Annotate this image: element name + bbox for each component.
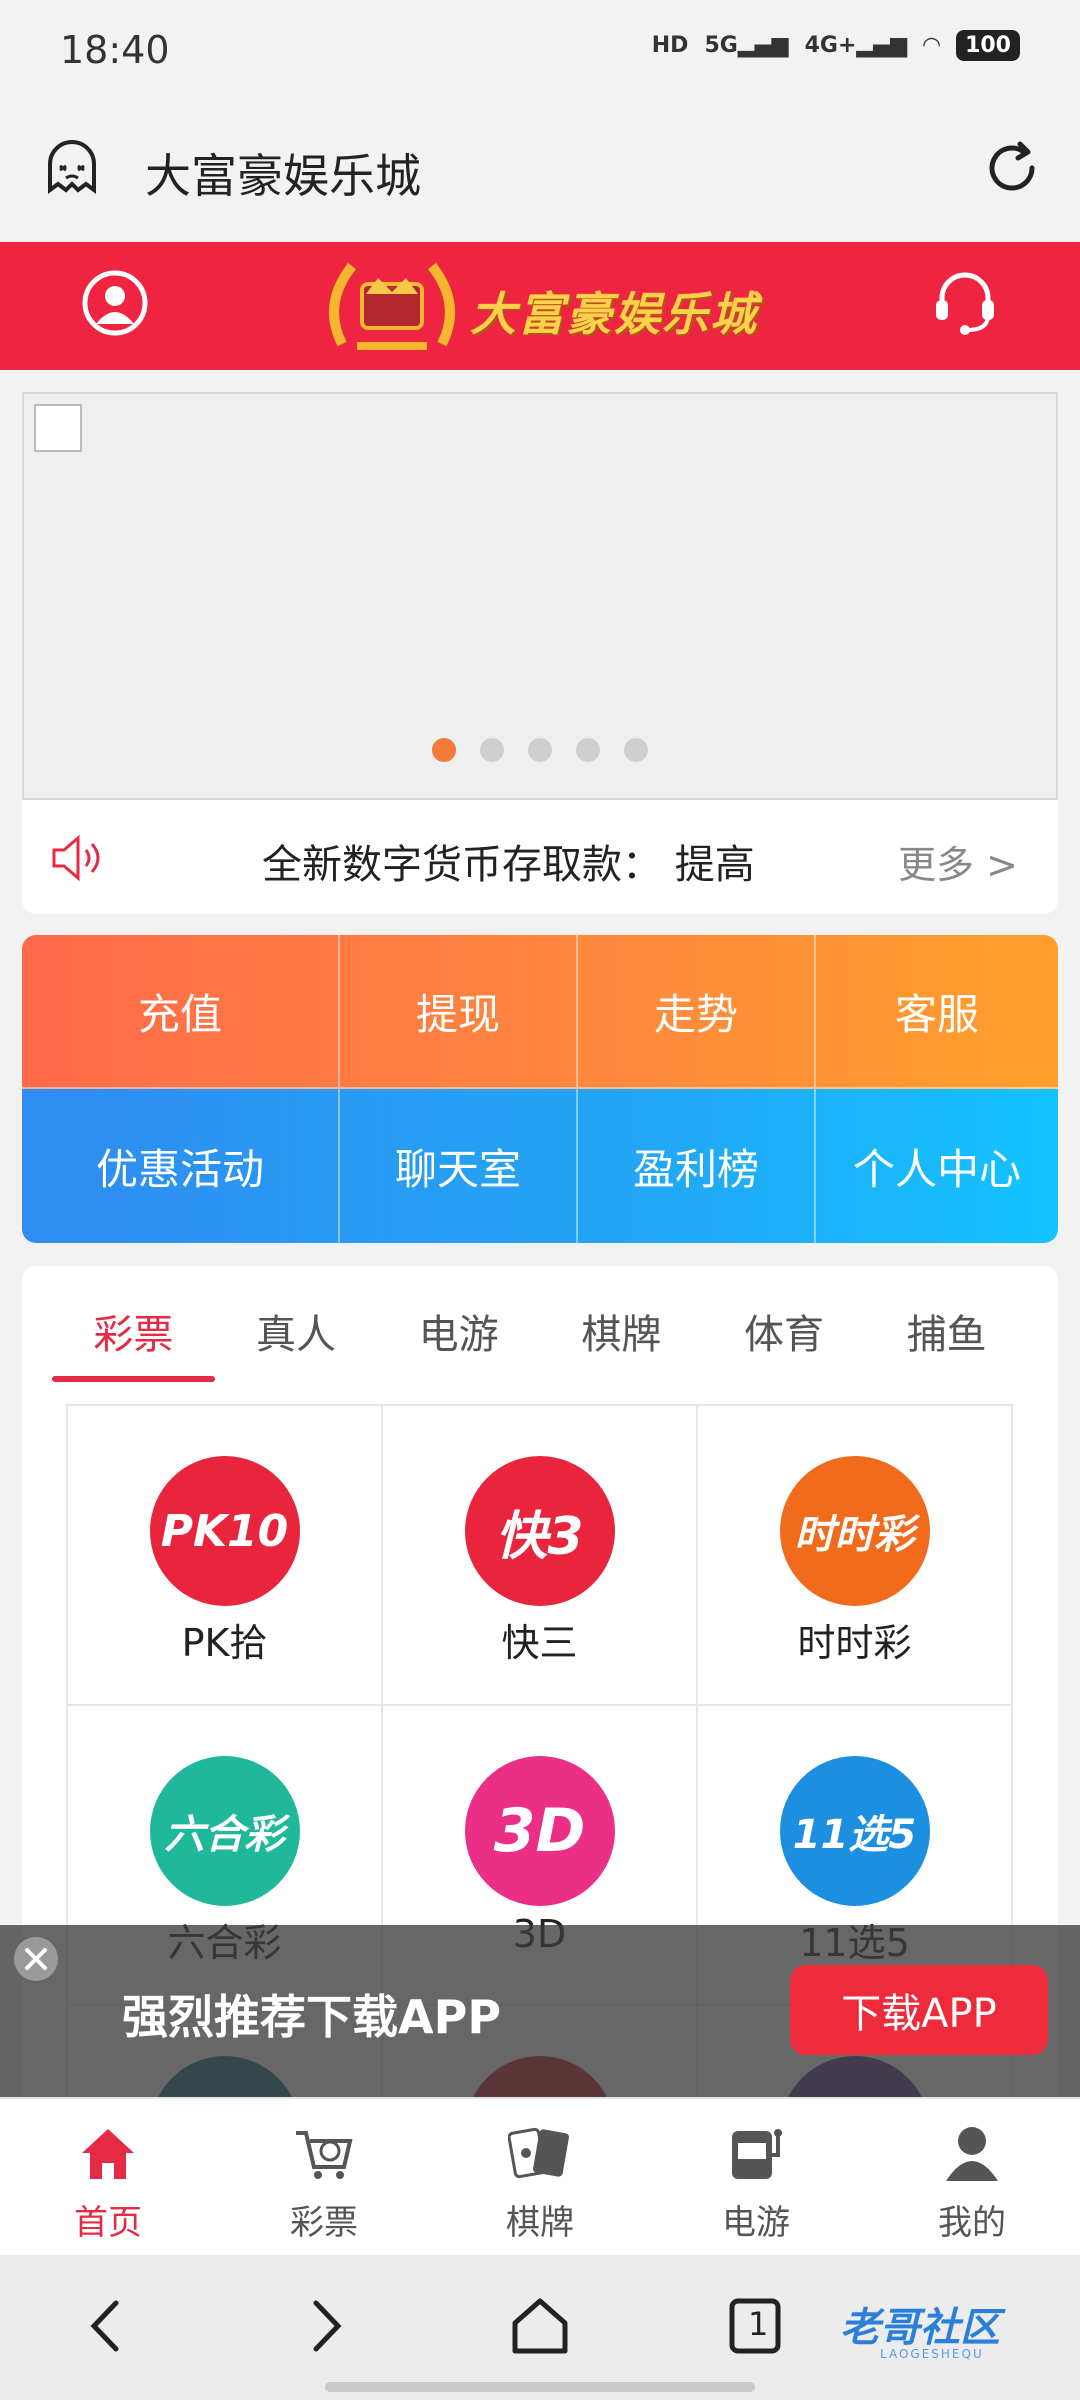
carousel-dot[interactable] <box>576 738 600 762</box>
notice-more-link[interactable]: 更多 > <box>882 834 1018 889</box>
customer-service-icon[interactable] <box>932 268 998 338</box>
tab-lottery[interactable]: 彩票 <box>52 1296 215 1382</box>
home-nav-icon[interactable] <box>505 2291 575 2361</box>
broken-image-icon <box>34 404 82 452</box>
tabbar-cards[interactable]: 棋牌 <box>432 2099 648 2255</box>
tabbar-label: 电游 <box>722 2203 790 2243</box>
tabbar-slots[interactable]: 电游 <box>648 2099 864 2255</box>
bottom-tab-bar: 首页 彩票 棋牌 电游 我的 <box>0 2097 1080 2255</box>
trend-button[interactable]: 走势 <box>578 935 816 1089</box>
back-icon[interactable] <box>72 2291 142 2361</box>
brand-logo-text: 大富豪娱乐城 <box>470 287 758 341</box>
incognito-icon[interactable] <box>40 136 104 200</box>
home-icon <box>82 2129 134 2179</box>
game-label: 快三 <box>501 1621 578 1665</box>
cards-icon <box>508 2127 569 2179</box>
chatroom-button[interactable]: 聊天室 <box>340 1089 578 1243</box>
game-label: PK拾 <box>181 1621 268 1665</box>
status-bar: 18:40 HD 5G▂▄▆ 4G+▂▄▆ ◠ 100 <box>0 0 1080 100</box>
game-tile-k3[interactable]: 快3 快三 <box>383 1406 698 1706</box>
tab-slots[interactable]: 电游 <box>377 1296 540 1376</box>
notice-bar: 全新数字货币存取款： 提高 更多 > <box>22 800 1058 914</box>
status-icons: HD 5G▂▄▆ 4G+▂▄▆ ◠ 100 <box>652 30 1020 61</box>
system-navigation-bar: 1 老哥社区 LAOGESHEQU <box>0 2255 1080 2400</box>
lottery-cart-icon <box>296 2131 353 2179</box>
crown-logo-icon <box>329 262 455 350</box>
forward-icon[interactable] <box>290 2291 360 2361</box>
tab-live[interactable]: 真人 <box>215 1296 378 1376</box>
kuai3-icon: 快3 <box>464 1456 615 1606</box>
tabbar-label: 棋牌 <box>506 2203 574 2243</box>
notice-text: 全新数字货币存取款： 提高 <box>262 842 755 888</box>
carousel-dot[interactable] <box>528 738 552 762</box>
tabbar-lottery[interactable]: 彩票 <box>216 2099 432 2255</box>
mark-six-icon: 六合彩 <box>149 1756 300 1906</box>
quick-actions: 充值 提现 走势 客服 优惠活动 聊天室 盈利榜 个人中心 <box>22 935 1058 1243</box>
browser-bar: 大富豪娱乐城 <box>0 100 1080 242</box>
slot-machine-icon <box>732 2129 782 2179</box>
tabbar-label: 首页 <box>74 2203 142 2243</box>
status-time: 18:40 <box>60 28 170 72</box>
carousel-dot[interactable] <box>432 738 456 762</box>
game-category-tabs: 彩票 真人 电游 棋牌 体育 捕鱼 <box>52 1296 1028 1382</box>
shishicai-icon: 时时彩 <box>779 1456 930 1606</box>
download-app-button[interactable]: 下载APP <box>790 1965 1048 2055</box>
carousel-dot[interactable] <box>624 738 648 762</box>
tab-cards[interactable]: 棋牌 <box>540 1296 703 1376</box>
11x5-icon: 11选5 <box>779 1756 930 1906</box>
5g-signal-icon: 5G▂▄▆ <box>704 33 789 58</box>
user-icon[interactable] <box>82 270 148 336</box>
service-button[interactable]: 客服 <box>816 935 1058 1089</box>
game-tile-ssc[interactable]: 时时彩 时时彩 <box>698 1406 1013 1706</box>
download-message: 强烈推荐下载APP <box>122 1990 502 2044</box>
gesture-home-bar[interactable] <box>325 2382 755 2392</box>
promotions-button[interactable]: 优惠活动 <box>22 1089 340 1243</box>
tab-sports[interactable]: 体育 <box>703 1296 866 1376</box>
watermark-subtext: LAOGESHEQU <box>880 2347 984 2361</box>
watermark-text: 老哥社区 <box>840 2305 1000 2351</box>
profile-center-button[interactable]: 个人中心 <box>816 1089 1058 1243</box>
page-title: 大富豪娱乐城 <box>145 149 421 203</box>
carousel-indicators <box>24 738 1056 762</box>
4g-signal-icon: 4G+▂▄▆ <box>804 33 908 58</box>
deposit-button[interactable]: 充值 <box>22 935 340 1089</box>
profile-icon <box>946 2127 998 2181</box>
tabbar-home[interactable]: 首页 <box>0 2099 216 2255</box>
tabbar-mine[interactable]: 我的 <box>864 2099 1080 2255</box>
carousel-dot[interactable] <box>480 738 504 762</box>
speaker-icon <box>52 834 100 882</box>
site-header: 大富豪娱乐城 <box>0 242 1080 370</box>
tab-fishing[interactable]: 捕鱼 <box>865 1296 1028 1376</box>
download-app-banner: 强烈推荐下载APP 下载APP <box>0 1925 1080 2097</box>
3d-icon: 3D <box>464 1756 615 1906</box>
game-label: 时时彩 <box>797 1621 912 1665</box>
tabbar-label: 我的 <box>938 2203 1006 2243</box>
game-tile-pk10[interactable]: PK10 PK拾 <box>68 1406 383 1706</box>
wifi-icon: ◠ <box>923 33 941 58</box>
banner-carousel[interactable] <box>22 392 1058 800</box>
tabbar-label: 彩票 <box>290 2203 358 2243</box>
tab-count: 1 <box>748 2305 769 2343</box>
reload-icon[interactable] <box>980 136 1044 200</box>
withdraw-button[interactable]: 提现 <box>340 935 578 1089</box>
hd-indicator: HD <box>651 33 689 58</box>
battery-icon: 100 <box>956 30 1020 61</box>
pk10-icon: PK10 <box>149 1456 300 1606</box>
close-icon[interactable] <box>14 1937 58 1981</box>
leaderboard-button[interactable]: 盈利榜 <box>578 1089 816 1243</box>
